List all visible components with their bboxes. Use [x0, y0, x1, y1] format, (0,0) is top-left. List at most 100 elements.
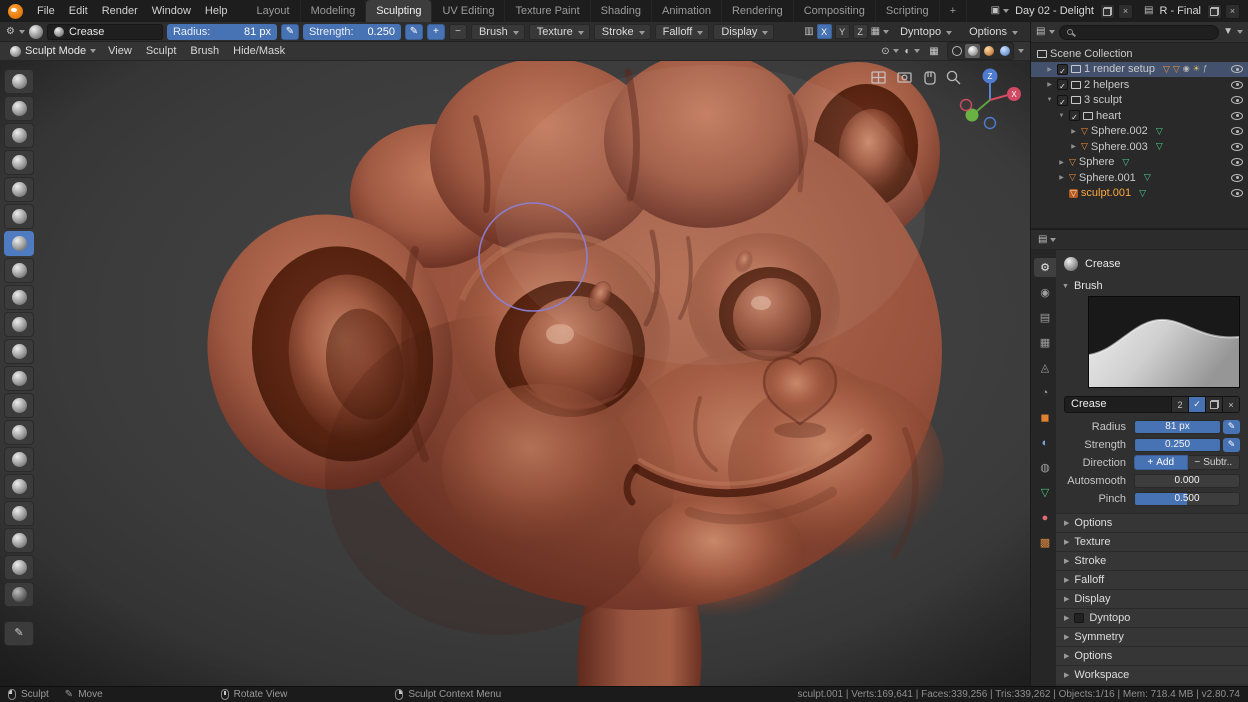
tool-scrape[interactable] — [4, 339, 34, 364]
tool-layer[interactable] — [4, 150, 34, 175]
tab-texture[interactable]: ▩ — [1034, 533, 1056, 552]
collection-checkbox[interactable]: ✓ — [1057, 63, 1068, 76]
tool-elastic-deform[interactable] — [4, 420, 34, 445]
tool-mask[interactable] — [4, 582, 34, 607]
stroke-dropdown[interactable]: Stroke — [593, 23, 651, 40]
outliner-row-heart[interactable]: ▼ ✓ heart — [1031, 108, 1248, 124]
menu-view[interactable]: View — [102, 45, 138, 57]
shading-solid-button[interactable] — [965, 44, 980, 58]
section-options[interactable]: ▶ Options — [1056, 513, 1248, 532]
tool-inflate[interactable] — [4, 177, 34, 202]
expand-icon[interactable]: ▶ — [1057, 174, 1066, 181]
brush-dropdown[interactable]: Brush — [470, 23, 525, 40]
section-display[interactable]: ▶ Display — [1056, 589, 1248, 608]
hide-in-viewport-icon[interactable] — [1231, 127, 1243, 136]
mode-selector[interactable]: Sculpt Mode — [6, 45, 100, 57]
tool-grab[interactable] — [4, 393, 34, 418]
strength-slider[interactable]: 0.250 — [1134, 437, 1221, 452]
workspace-tab-animation[interactable]: Animation — [652, 0, 722, 22]
sculpt-canvas[interactable]: Z X — [0, 61, 1030, 686]
outliner-search-input[interactable] — [1059, 24, 1220, 40]
brush-preview[interactable] — [1088, 296, 1240, 388]
section-options-2[interactable]: ▶ Options — [1056, 646, 1248, 665]
outliner-row-sphere[interactable]: ▶ ▽ Sphere ▽ — [1031, 155, 1248, 171]
properties-editor-icon[interactable]: ▤ — [1038, 234, 1047, 245]
tool-pinch[interactable] — [4, 366, 34, 391]
direction-subtract-toggle[interactable]: − — [448, 23, 467, 40]
hide-in-viewport-icon[interactable] — [1231, 96, 1243, 105]
brush-name-input[interactable]: Crease — [1064, 396, 1172, 413]
tab-modifiers[interactable]: ◐ — [1034, 433, 1056, 452]
tab-object-data[interactable]: ▽ — [1034, 483, 1056, 502]
falloff-dropdown[interactable]: Falloff — [654, 23, 710, 40]
gizmo-z-neg-axis[interactable] — [983, 116, 997, 130]
workspace-tab-scripting[interactable]: Scripting — [876, 0, 940, 22]
fake-user-toggle[interactable]: ✓ — [1189, 396, 1206, 413]
collection-checkbox[interactable]: ✓ — [1069, 110, 1080, 122]
outliner-row-sphere-003[interactable]: ▶ ▽ Sphere.003 ▽ — [1031, 139, 1248, 155]
section-stroke[interactable]: ▶ Stroke — [1056, 551, 1248, 570]
tool-clay[interactable] — [4, 96, 34, 121]
hide-in-viewport-icon[interactable] — [1231, 65, 1243, 74]
outliner-row-render-setup[interactable]: ▶ ✓ 1 render setup ▽ ▽ ◉ ☀ ƒ — [1031, 61, 1248, 77]
tool-nudge[interactable] — [4, 528, 34, 553]
strength-pressure-toggle[interactable]: ✎ — [1223, 437, 1240, 452]
display-dropdown[interactable]: Display — [713, 23, 775, 40]
new-view-layer-button[interactable] — [1207, 3, 1222, 19]
pivot-point-selector[interactable]: ⊙ — [881, 43, 899, 59]
section-symmetry[interactable]: ▶ Symmetry — [1056, 627, 1248, 646]
workspace-tab-rendering[interactable]: Rendering — [722, 0, 794, 22]
hide-in-viewport-icon[interactable] — [1231, 80, 1243, 89]
mirror-x-toggle[interactable]: X — [816, 24, 832, 39]
mirror-y-toggle[interactable]: Y — [834, 24, 850, 39]
hide-in-viewport-icon[interactable] — [1231, 142, 1243, 151]
strength-slider[interactable]: Strength: 0.250 — [302, 23, 401, 40]
blender-logo-icon[interactable] — [8, 3, 23, 19]
radius-pressure-toggle[interactable]: ✎ — [1223, 419, 1240, 434]
tool-flatten[interactable] — [4, 285, 34, 310]
hide-in-viewport-icon[interactable] — [1231, 173, 1243, 182]
section-dyntopo[interactable]: ▶ Dyntopo — [1056, 608, 1248, 627]
active-tool-icon[interactable]: ⚙ — [6, 26, 15, 37]
tool-rotate[interactable] — [4, 555, 34, 580]
tab-render[interactable]: ◉ — [1034, 283, 1056, 302]
tab-active-tool[interactable]: ⚙ — [1034, 258, 1056, 277]
menu-brush[interactable]: Brush — [184, 45, 225, 57]
dyntopo-dropdown[interactable]: Dyntopo — [892, 24, 958, 40]
expand-icon[interactable]: ▶ — [1045, 81, 1054, 88]
outliner-row-scene-collection[interactable]: Scene Collection — [1031, 46, 1248, 62]
shading-wireframe-button[interactable] — [949, 44, 964, 58]
hide-in-viewport-icon[interactable] — [1231, 189, 1243, 198]
workspace-tab-sculpting[interactable]: Sculpting — [366, 0, 433, 22]
tool-fill[interactable] — [4, 312, 34, 337]
menu-help[interactable]: Help — [198, 0, 235, 22]
filter-icon[interactable]: ▼ — [1223, 27, 1233, 37]
outliner-row-sphere-001[interactable]: ▶ ▽ Sphere.001 ▽ — [1031, 170, 1248, 186]
workspace-tab-uv-editing[interactable]: UV Editing — [432, 0, 506, 22]
users-count-badge[interactable]: 2 — [1172, 396, 1189, 413]
outliner-row-sphere-002[interactable]: ▶ ▽ Sphere.002 ▽ — [1031, 124, 1248, 140]
workspace-tab-modeling[interactable]: Modeling — [301, 0, 367, 22]
collection-checkbox[interactable]: ✓ — [1057, 94, 1068, 107]
unlink-brush-button[interactable]: × — [1223, 396, 1240, 413]
section-falloff[interactable]: ▶ Falloff — [1056, 570, 1248, 589]
tool-draw[interactable] — [4, 69, 34, 94]
outliner-row-sculpt-collection[interactable]: ▼ ✓ 3 sculpt — [1031, 93, 1248, 109]
tool-snake-hook[interactable] — [4, 447, 34, 472]
direction-add-button[interactable]: + Add — [1134, 455, 1188, 470]
tool-pose[interactable] — [4, 501, 34, 526]
radius-pressure-toggle[interactable]: ✎ — [280, 23, 299, 40]
options-dropdown[interactable]: Options — [961, 24, 1024, 40]
expand-icon[interactable]: ▶ — [1069, 128, 1078, 135]
collapse-icon[interactable]: ▼ — [1045, 97, 1054, 103]
tool-thumb[interactable] — [4, 474, 34, 499]
tab-material[interactable]: ● — [1034, 508, 1056, 527]
tab-scene[interactable]: ◬ — [1034, 358, 1056, 377]
tab-physics[interactable]: ◍ — [1034, 458, 1056, 477]
tool-clay-strips[interactable] — [4, 123, 34, 148]
brush-panel-header[interactable]: ▼ Brush — [1056, 278, 1248, 296]
expand-icon[interactable]: ▶ — [1069, 143, 1078, 150]
toggle-xray-button[interactable]: ▦ — [925, 43, 943, 59]
menu-sculpt[interactable]: Sculpt — [140, 45, 183, 57]
workspace-add-button[interactable]: + — [940, 0, 968, 22]
